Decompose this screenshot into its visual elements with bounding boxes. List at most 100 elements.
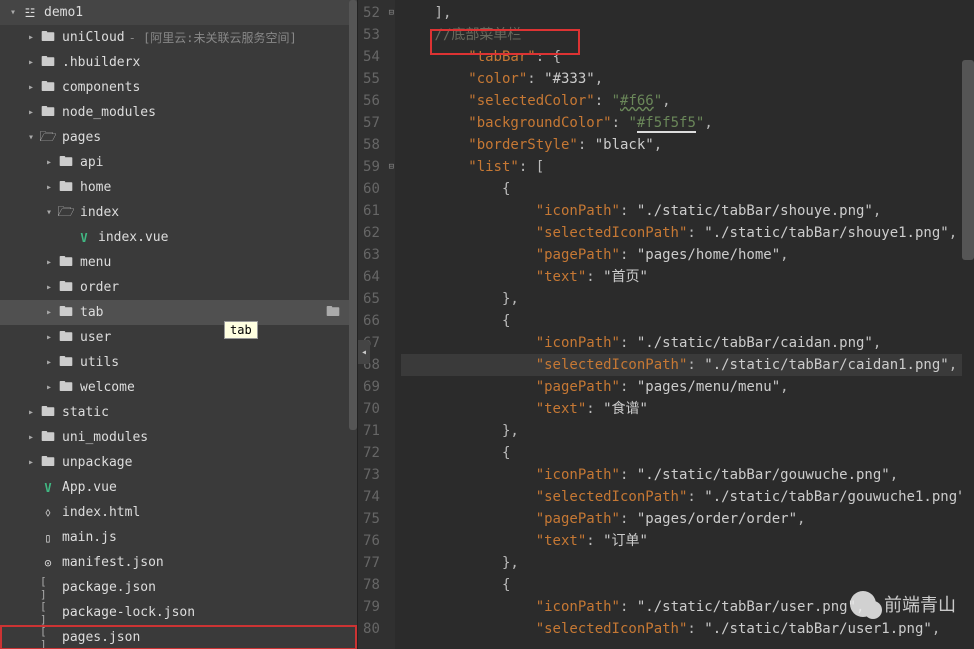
- vue-icon: [76, 230, 92, 246]
- tree-label: index: [80, 205, 119, 220]
- chevron-right-icon[interactable]: [42, 306, 56, 320]
- spacer: [24, 606, 38, 620]
- code-editor[interactable]: 5253545556575859606162636465666768697071…: [358, 0, 974, 649]
- tree-label: user: [80, 330, 111, 345]
- tree-item-index-vue[interactable]: index.vue: [0, 225, 357, 250]
- chevron-right-icon[interactable]: [24, 406, 38, 420]
- folder-icon: [40, 430, 56, 446]
- tree-item-welcome[interactable]: welcome: [0, 375, 357, 400]
- chevron-down-icon[interactable]: [6, 6, 20, 20]
- tree-item-uni-modules[interactable]: uni_modules: [0, 425, 357, 450]
- tree-label: pages: [62, 130, 101, 145]
- folder-icon: [40, 455, 56, 471]
- tree-item-user[interactable]: user: [0, 325, 357, 350]
- tree-item-utils[interactable]: utils: [0, 350, 357, 375]
- tree-label: static: [62, 405, 109, 420]
- folder-open-icon: [58, 205, 74, 221]
- folder-icon: [40, 105, 56, 121]
- file-explorer[interactable]: demo1 uniCloud - [阿里云:未关联云服务空间] .hbuilde…: [0, 0, 358, 649]
- js-icon: [40, 530, 56, 546]
- tree-item-index-html[interactable]: index.html: [0, 500, 357, 525]
- tree-label: manifest.json: [62, 555, 164, 570]
- tree-item-unpackage[interactable]: unpackage: [0, 450, 357, 475]
- chevron-down-icon[interactable]: [24, 131, 38, 145]
- tree-label: unpackage: [62, 455, 132, 470]
- folder-icon: [40, 30, 56, 46]
- folder-icon: [58, 305, 74, 321]
- spacer: [24, 506, 38, 520]
- chevron-right-icon[interactable]: [24, 31, 38, 45]
- chevron-right-icon[interactable]: [42, 256, 56, 270]
- editor-scrollbar[interactable]: [962, 0, 974, 649]
- highlight-comment-box: [430, 29, 580, 55]
- tree-item-components[interactable]: components: [0, 75, 357, 100]
- tree-item-package-json[interactable]: package.json: [0, 575, 357, 600]
- chevron-right-icon[interactable]: [42, 356, 56, 370]
- chevron-down-icon[interactable]: [42, 206, 56, 220]
- scroll-thumb[interactable]: [962, 60, 974, 260]
- panel-collapse-handle[interactable]: ◂: [358, 340, 370, 364]
- spacer: [60, 231, 74, 245]
- tree-label: package-lock.json: [62, 605, 195, 620]
- tree-item-unicloud[interactable]: uniCloud - [阿里云:未关联云服务空间]: [0, 25, 357, 50]
- tree-label: order: [80, 280, 119, 295]
- folder-icon: [40, 55, 56, 71]
- folder-icon: [40, 405, 56, 421]
- tree-label: App.vue: [62, 480, 117, 495]
- tree-label: components: [62, 80, 140, 95]
- tree-label: index.vue: [98, 230, 168, 245]
- spacer: [24, 531, 38, 545]
- tree-item-order[interactable]: order: [0, 275, 357, 300]
- chevron-right-icon[interactable]: [42, 381, 56, 395]
- chevron-right-icon[interactable]: [24, 431, 38, 445]
- chevron-right-icon[interactable]: [24, 56, 38, 70]
- tree-item-home[interactable]: home: [0, 175, 357, 200]
- tree-note: - [阿里云:未关联云服务空间]: [129, 29, 297, 46]
- chevron-right-icon[interactable]: [24, 81, 38, 95]
- tree-item-static[interactable]: static: [0, 400, 357, 425]
- tree-label: package.json: [62, 580, 156, 595]
- spacer: [24, 556, 38, 570]
- watermark-text: 前端青山: [884, 591, 956, 617]
- spacer: [24, 631, 38, 645]
- tree-item-pages-json[interactable]: pages.json: [0, 625, 357, 649]
- folder-open-icon: [40, 130, 56, 146]
- tree-label: main.js: [62, 530, 117, 545]
- tree-label: .hbuilderx: [62, 55, 140, 70]
- tree-item-tab[interactable]: tab: [0, 300, 357, 325]
- tooltip: tab: [224, 321, 258, 339]
- project-label: demo1: [44, 5, 83, 20]
- tree-item-main-js[interactable]: main.js: [0, 525, 357, 550]
- tree-item-package-lock-json[interactable]: package-lock.json: [0, 600, 357, 625]
- folder-icon: [58, 180, 74, 196]
- wechat-icon: [850, 591, 876, 617]
- chevron-right-icon[interactable]: [42, 281, 56, 295]
- chevron-right-icon[interactable]: [42, 156, 56, 170]
- chevron-right-icon[interactable]: [42, 331, 56, 345]
- tree-item-manifest-json[interactable]: manifest.json: [0, 550, 357, 575]
- tree-item-pages[interactable]: pages: [0, 125, 357, 150]
- project-icon: [22, 5, 38, 21]
- tree-label: welcome: [80, 380, 135, 395]
- folder-icon: [325, 305, 341, 321]
- tree-item-index[interactable]: index: [0, 200, 357, 225]
- chevron-right-icon[interactable]: [24, 106, 38, 120]
- vue-icon: [40, 480, 56, 496]
- tree-item-api[interactable]: api: [0, 150, 357, 175]
- fold-column[interactable]: ⊟⊟: [388, 0, 395, 649]
- tree-item-node-modules[interactable]: node_modules: [0, 100, 357, 125]
- watermark: 前端青山: [850, 591, 956, 617]
- spacer: [24, 581, 38, 595]
- code-content[interactable]: ], //底部菜单栏 "tabBar": { "color": "#333", …: [395, 0, 974, 649]
- chevron-right-icon[interactable]: [24, 456, 38, 470]
- spacer: [24, 481, 38, 495]
- tree-label: utils: [80, 355, 119, 370]
- sidebar-scrollbar[interactable]: [349, 0, 357, 430]
- project-root[interactable]: demo1: [0, 0, 357, 25]
- tree-label: pages.json: [62, 630, 140, 645]
- tree-item-hbuilderx[interactable]: .hbuilderx: [0, 50, 357, 75]
- tree-item-menu[interactable]: menu: [0, 250, 357, 275]
- json-icon: [40, 555, 56, 571]
- tree-item-app-vue[interactable]: App.vue: [0, 475, 357, 500]
- chevron-right-icon[interactable]: [42, 181, 56, 195]
